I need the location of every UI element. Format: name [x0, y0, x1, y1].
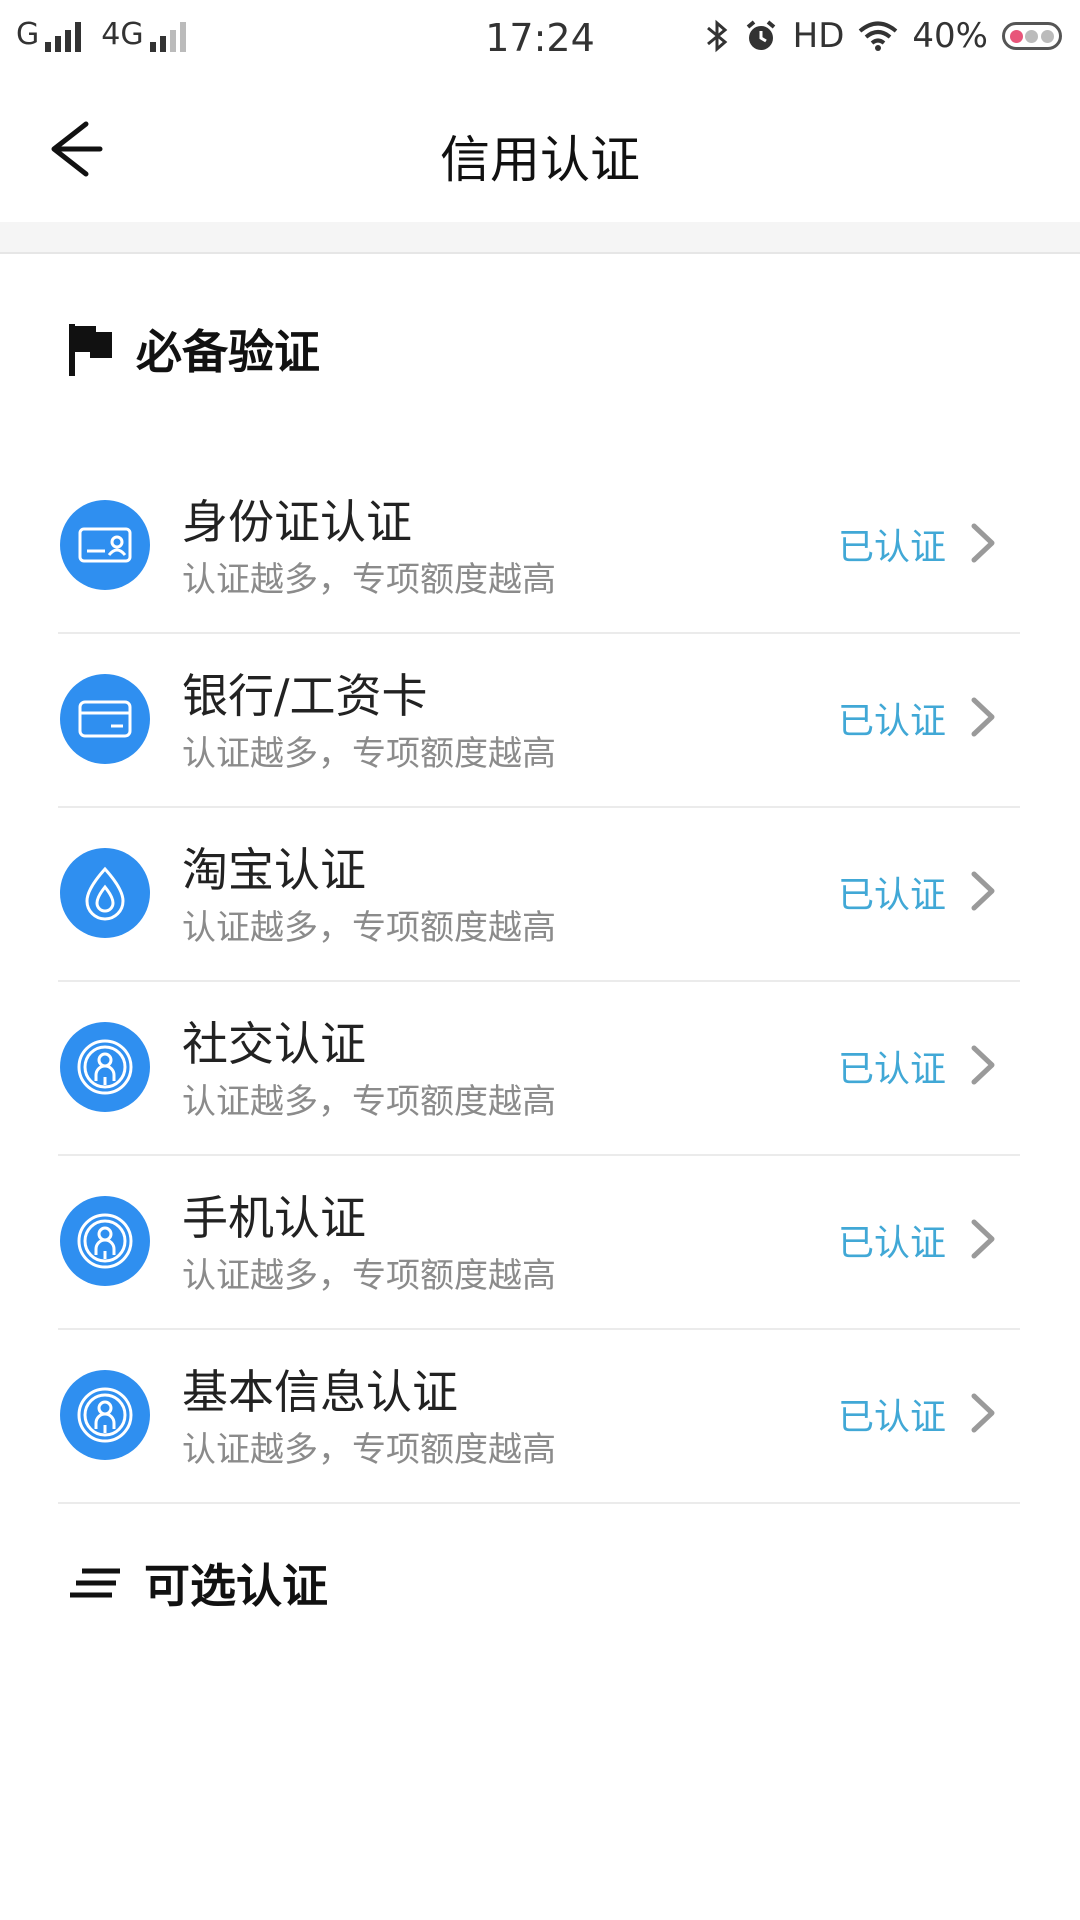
hd-label: HD [792, 16, 845, 56]
list-item-title: 手机认证 [182, 1191, 366, 1245]
bluetooth-icon [706, 19, 727, 53]
chevron-right-icon [971, 1219, 995, 1259]
list-item-id-card[interactable]: 身份证认证 认证越多，专项额度越高 已认证 [58, 460, 1020, 634]
list-item-title: 基本信息认证 [182, 1365, 458, 1419]
battery-icon [1002, 22, 1062, 50]
verified-status: 已认证 [837, 1397, 946, 1438]
list-item-subtitle: 认证越多，专项额度越高 [182, 560, 556, 600]
section-optional: 可选认证 [66, 1550, 328, 1616]
list-item-title: 社交认证 [182, 1017, 366, 1071]
wifi-icon [859, 21, 898, 51]
chevron-right-icon [971, 871, 995, 911]
chevron-right-icon [971, 697, 995, 737]
section-required-label: 必备验证 [136, 325, 320, 379]
list-item-title: 淘宝认证 [182, 843, 366, 897]
list-lines-icon [70, 1568, 120, 1598]
status-bar: G 4G 17:24 HD 40% [0, 0, 1080, 76]
status-right: HD 40% [705, 16, 1062, 56]
person-badge-icon [60, 1370, 150, 1460]
header-divider [0, 222, 1080, 254]
verified-status: 已认证 [837, 527, 946, 568]
list-item-subtitle: 认证越多，专项额度越高 [182, 908, 556, 948]
verified-status: 已认证 [837, 701, 946, 742]
battery-percent: 40% [912, 16, 988, 56]
list-item-social[interactable]: 社交认证 认证越多，专项额度越高 已认证 [58, 982, 1020, 1156]
list-item-subtitle: 认证越多，专项额度越高 [182, 1082, 556, 1122]
list-item-title: 银行/工资卡 [182, 669, 428, 723]
id-card-icon [60, 500, 150, 590]
person-badge-icon [60, 1022, 150, 1112]
list-item-phone[interactable]: 手机认证 认证越多，专项额度越高 已认证 [58, 1156, 1020, 1330]
flag-icon [69, 324, 112, 376]
chevron-right-icon [971, 1045, 995, 1085]
verification-list: 身份证认证 认证越多，专项额度越高 已认证 银行/工资卡 认证越多，专项额度越高… [58, 460, 1020, 1504]
list-item-subtitle: 认证越多，专项额度越高 [182, 734, 556, 774]
chevron-right-icon [971, 1393, 995, 1433]
alarm-icon [746, 20, 775, 50]
verified-status: 已认证 [837, 1223, 946, 1264]
drop-icon [60, 848, 150, 938]
list-item-taobao[interactable]: 淘宝认证 认证越多，专项额度越高 已认证 [58, 808, 1020, 982]
list-item-title: 身份证认证 [182, 495, 412, 549]
section-required: 必备验证 [66, 316, 320, 382]
nav-bar: 信用认证 [0, 76, 1080, 222]
section-optional-label: 可选认证 [144, 1559, 328, 1613]
list-item-basic-info[interactable]: 基本信息认证 认证越多，专项额度越高 已认证 [58, 1330, 1020, 1504]
bank-card-icon [60, 674, 150, 764]
verified-status: 已认证 [837, 1049, 946, 1090]
chevron-right-icon [971, 523, 995, 563]
person-badge-icon [60, 1196, 150, 1286]
verified-status: 已认证 [837, 875, 946, 916]
list-item-bank-card[interactable]: 银行/工资卡 认证越多，专项额度越高 已认证 [58, 634, 1020, 808]
page-title: 信用认证 [440, 131, 640, 189]
list-item-subtitle: 认证越多，专项额度越高 [182, 1256, 556, 1296]
list-item-subtitle: 认证越多，专项额度越高 [182, 1430, 556, 1470]
